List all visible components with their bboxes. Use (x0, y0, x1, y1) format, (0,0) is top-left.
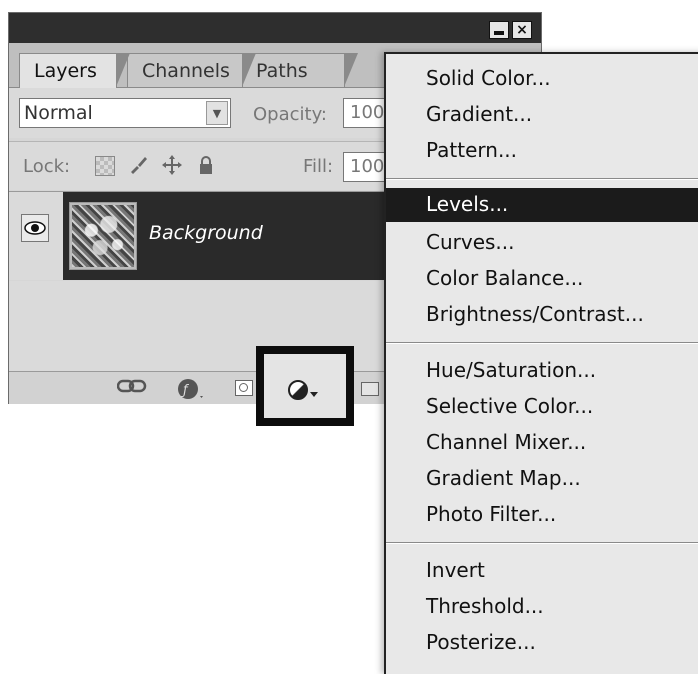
menu-separator (386, 342, 698, 344)
new-adjustment-layer-button[interactable] (256, 346, 354, 426)
tab-layers[interactable]: Layers (19, 53, 130, 88)
menu-item-selective-color[interactable]: Selective Color... (386, 390, 698, 424)
menu-item-gradient[interactable]: Gradient... (386, 98, 698, 132)
opacity-label: Opacity: (253, 104, 327, 125)
menu-item-solid-color[interactable]: Solid Color... (386, 62, 698, 96)
menu-item-invert[interactable]: Invert (386, 554, 698, 588)
caret-down-icon (310, 392, 318, 397)
menu-item-posterize[interactable]: Posterize... (386, 626, 698, 660)
menu-item-photo-filter[interactable]: Photo Filter... (386, 498, 698, 532)
panel-title-bar[interactable]: × (9, 13, 541, 43)
menu-item-curves[interactable]: Curves... (386, 226, 698, 260)
menu-separator (386, 542, 698, 544)
lock-image-brush-icon[interactable] (127, 154, 149, 176)
adjustment-circle-icon (288, 380, 308, 400)
menu-item-brightness-contrast[interactable]: Brightness/Contrast... (386, 298, 698, 332)
layer-thumbnail (69, 202, 137, 270)
add-mask-icon[interactable] (235, 380, 253, 396)
menu-item-levels[interactable]: Levels... (386, 188, 698, 222)
lock-all-padlock-icon[interactable] (195, 154, 217, 176)
lock-label: Lock: (23, 156, 71, 177)
menu-item-pattern[interactable]: Pattern... (386, 134, 698, 168)
link-layers-icon[interactable] (116, 378, 147, 399)
new-group-folder-icon[interactable] (361, 382, 379, 396)
blend-mode-select[interactable]: Normal ▼ (19, 98, 231, 128)
menu-item-threshold[interactable]: Threshold... (386, 590, 698, 624)
chevron-down-icon[interactable]: ▼ (206, 101, 228, 125)
visibility-eye-icon[interactable] (21, 214, 49, 242)
minimize-button[interactable] (489, 21, 509, 39)
lock-transparency-icon[interactable] (95, 156, 115, 176)
layer-style-fx-icon[interactable]: ƒ (177, 378, 207, 405)
blend-mode-value: Normal (24, 102, 93, 124)
menu-item-hue-saturation[interactable]: Hue/Saturation... (386, 354, 698, 388)
adjustment-menu: Solid Color... Gradient... Pattern... Le… (384, 52, 698, 674)
menu-item-channel-mixer[interactable]: Channel Mixer... (386, 426, 698, 460)
tab-paths[interactable]: Paths (241, 53, 358, 87)
menu-item-color-balance[interactable]: Color Balance... (386, 262, 698, 296)
lock-position-move-icon[interactable] (161, 154, 183, 176)
fill-label: Fill: (303, 156, 334, 177)
menu-separator (386, 178, 698, 180)
layer-name[interactable]: Background (149, 222, 263, 244)
menu-item-gradient-map[interactable]: Gradient Map... (386, 462, 698, 496)
tab-channels[interactable]: Channels (127, 53, 256, 87)
close-button[interactable]: × (512, 21, 532, 39)
